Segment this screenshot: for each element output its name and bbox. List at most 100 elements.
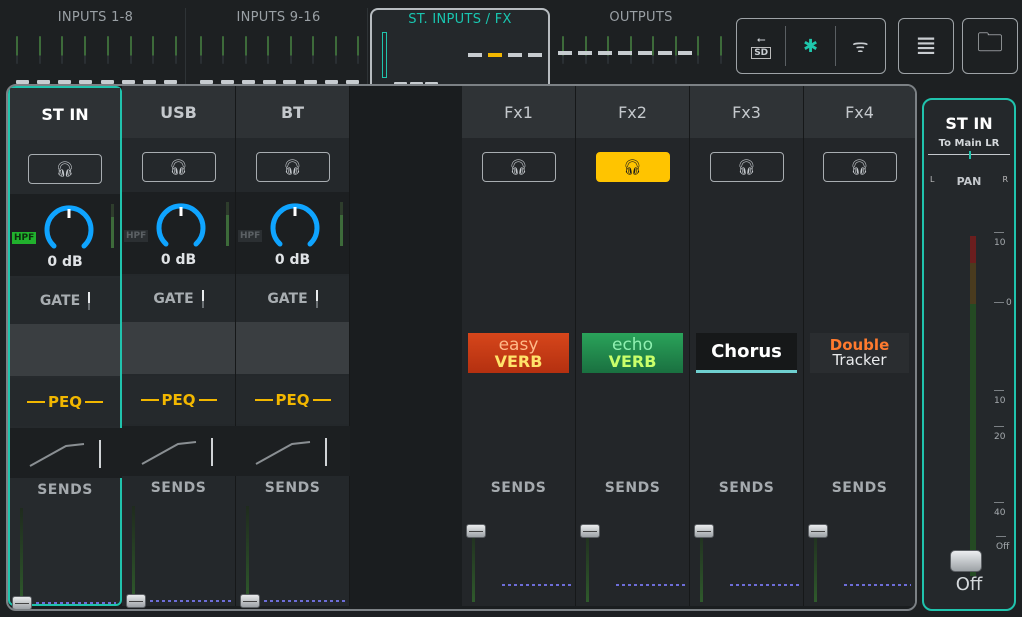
channel-strip-fx1[interactable]: Fx1 🎧︎ easy VERB SENDS (462, 86, 576, 606)
mini-faders (558, 51, 692, 55)
connectivity-panel[interactable]: ⭠ SD ✱ ᯤ (736, 18, 886, 74)
fader-level-line (844, 584, 911, 586)
mini-meters (200, 36, 359, 64)
peq-label: PEQ (275, 391, 310, 409)
fx-logo-text: Tracker (832, 351, 887, 369)
input-meter (340, 202, 343, 246)
channel-strip-fx4[interactable]: Fx4 🎧︎ Double Tracker SENDS (804, 86, 915, 606)
compressor-curve[interactable] (236, 426, 350, 476)
tab-label: INPUTS 9-16 (236, 10, 321, 25)
pan-label: PAN (956, 175, 982, 188)
sd-card-icon: SD (751, 47, 772, 59)
channel-name[interactable]: Fx3 (690, 86, 803, 138)
tab-label: OUTPUTS (609, 10, 673, 25)
tab-inputs-9-16[interactable]: INPUTS 9-16 (190, 8, 368, 86)
sends-label[interactable]: SENDS (690, 480, 803, 496)
master-fader[interactable] (950, 550, 982, 572)
tab-st-inputs-fx[interactable]: ST. INPUTS / FX (370, 8, 550, 86)
fx-logo-text: Chorus (711, 340, 782, 362)
channel-strip-usb[interactable]: USB 🎧︎ HPF 0 dB GATE PEQ SENDS (122, 86, 236, 608)
gain-section: HPF 0 dB (236, 192, 349, 274)
channel-strip-bt[interactable]: BT 🎧︎ HPF 0 dB GATE PEQ SENDS (236, 86, 350, 608)
wifi-icon[interactable]: ᯤ (836, 26, 885, 66)
channel-name[interactable]: USB (122, 86, 235, 138)
headphone-button[interactable]: 🎧︎ (709, 152, 784, 182)
fx-logo-doubletracker[interactable]: Double Tracker (810, 333, 909, 373)
bluetooth-icon[interactable]: ✱ (786, 26, 836, 66)
scale-tick: 10 (994, 228, 1014, 248)
headphone-button[interactable]: 🎧︎ (255, 152, 330, 182)
usb-sd-icon[interactable]: ⭠ SD (737, 26, 787, 66)
channel-meter (132, 506, 135, 602)
scale-tick: 0 (994, 298, 1012, 308)
menu-icon[interactable]: ≣ (898, 18, 954, 74)
master-strip[interactable]: ST IN To Main LR L PAN R 10 0 10 20 40 O… (922, 98, 1016, 611)
gain-knob[interactable] (42, 200, 96, 254)
empty-slot (122, 322, 235, 374)
sends-label[interactable]: SENDS (576, 480, 689, 496)
channel-fader[interactable] (240, 594, 260, 608)
fx-logo-text: VERB (494, 351, 543, 371)
folder-icon[interactable]: 🗀 (962, 18, 1018, 74)
channel-fader[interactable] (12, 596, 32, 609)
mini-meters (562, 36, 722, 64)
channel-panel: ST IN 🎧︎ HPF 0 dB GATE PEQ SENDS USB 🎧︎ … (6, 84, 917, 611)
channel-name[interactable]: BT (236, 86, 349, 138)
fx-fader[interactable] (466, 524, 486, 538)
mini-meters (16, 36, 177, 64)
peq-button[interactable]: PEQ (236, 376, 349, 424)
sends-label[interactable]: SENDS (804, 480, 915, 496)
compressor-curve[interactable] (122, 426, 236, 476)
headphone-button[interactable]: 🎧︎ (822, 152, 897, 182)
peq-label: PEQ (48, 393, 82, 411)
peq-button[interactable]: PEQ (10, 378, 120, 426)
sends-label[interactable]: SENDS (10, 482, 120, 498)
tab-outputs[interactable]: OUTPUTS (552, 8, 730, 86)
sends-label[interactable]: SENDS (462, 480, 575, 496)
hpf-badge[interactable]: HPF (12, 232, 37, 244)
pan-control[interactable]: L PAN R (928, 151, 1010, 188)
fx-fader[interactable] (694, 524, 714, 538)
channel-fader[interactable] (126, 594, 146, 608)
mini-selected-strip (382, 32, 387, 78)
gate-button[interactable]: GATE (236, 276, 349, 322)
fx-fader[interactable] (808, 524, 828, 538)
channel-strip-fx2[interactable]: Fx2 🎧︎ echo VERB SENDS (576, 86, 690, 606)
gate-button[interactable]: GATE (10, 278, 120, 324)
headphone-button[interactable]: 🎧︎ (28, 154, 102, 184)
hpf-badge[interactable]: HPF (238, 230, 263, 242)
channel-name[interactable]: Fx1 (462, 86, 575, 138)
channel-strip-st-in[interactable]: ST IN 🎧︎ HPF 0 dB GATE PEQ SENDS (8, 86, 124, 609)
fx-fader[interactable] (580, 524, 600, 538)
gain-knob[interactable] (154, 198, 208, 252)
fader-level-line (36, 602, 116, 604)
tab-inputs-1-8[interactable]: INPUTS 1-8 (6, 8, 186, 86)
fx-logo-chorus[interactable]: Chorus (696, 333, 797, 373)
peq-label: PEQ (161, 391, 196, 409)
channel-name[interactable]: ST IN (10, 88, 120, 140)
sends-label[interactable]: SENDS (122, 480, 235, 496)
fx-logo-echoverb[interactable]: echo VERB (582, 333, 683, 373)
fader-level-line (730, 584, 799, 586)
peq-button[interactable]: PEQ (122, 376, 235, 424)
headphone-button[interactable]: 🎧︎ (481, 152, 556, 182)
headphone-button[interactable]: 🎧︎ (141, 152, 216, 182)
channel-name[interactable]: Fx2 (576, 86, 689, 138)
fx-logo-easyverb[interactable]: easy VERB (468, 333, 569, 373)
gain-knob[interactable] (268, 198, 322, 252)
channel-strip-fx3[interactable]: Fx3 🎧︎ Chorus SENDS (690, 86, 804, 606)
headphone-button[interactable]: 🎧︎ (595, 152, 670, 182)
hpf-badge[interactable]: HPF (124, 230, 149, 242)
headphone-icon: 🎧︎ (55, 160, 75, 178)
gate-button[interactable]: GATE (122, 276, 235, 322)
master-value: Off (955, 574, 983, 595)
empty-area (350, 86, 462, 609)
compressor-curve[interactable] (10, 428, 124, 478)
channel-name[interactable]: Fx4 (804, 86, 915, 138)
input-meter (111, 204, 114, 248)
scale-tick: 10 (994, 386, 1014, 406)
empty-slot (10, 324, 120, 376)
gain-value: 0 dB (47, 254, 83, 270)
sends-label[interactable]: SENDS (236, 480, 349, 496)
scale-tick: 20 (994, 422, 1014, 442)
